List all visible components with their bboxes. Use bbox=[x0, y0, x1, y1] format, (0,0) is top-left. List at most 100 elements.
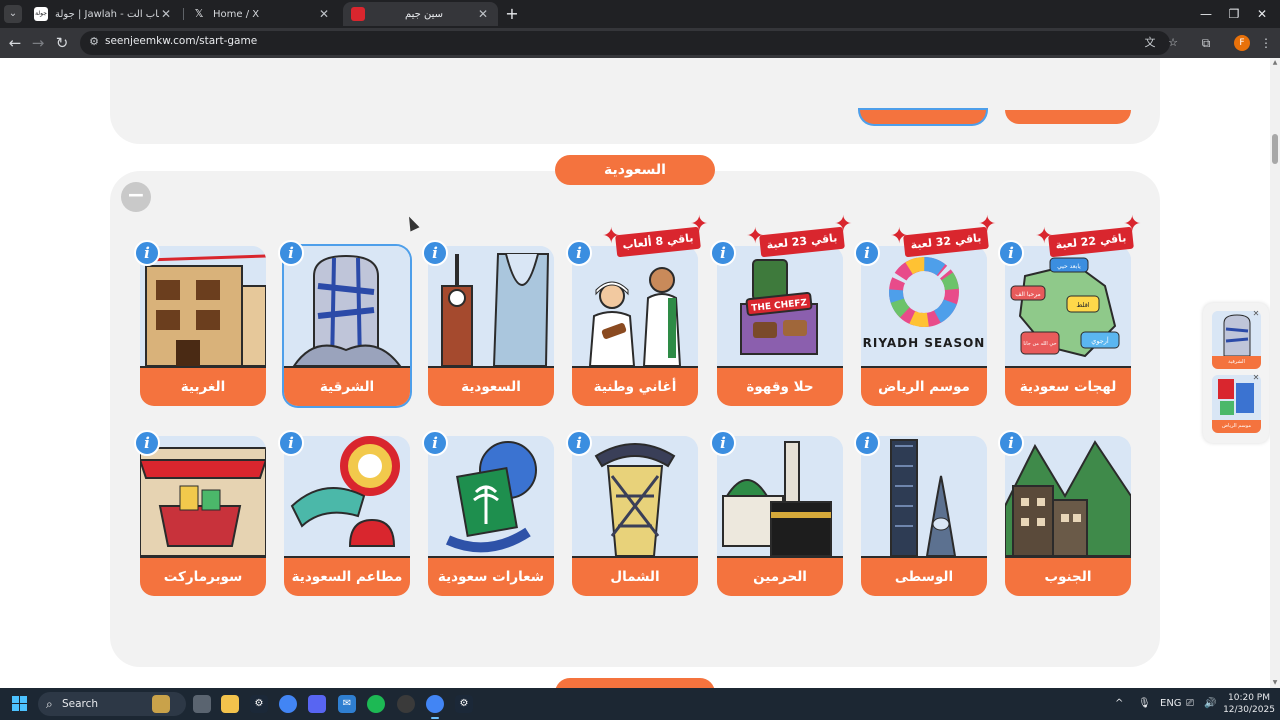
category-card-eastern[interactable]: الشرقية bbox=[284, 246, 410, 406]
category-card-haramain[interactable]: الحرمين bbox=[717, 436, 843, 596]
dialects-map-icon: يابعد حيي مرحبا الف اقلط أرجوي حي الله م… bbox=[1005, 246, 1131, 366]
category-card-saudi-logos[interactable]: شعارات سعودية bbox=[428, 436, 554, 596]
new-tab-button[interactable]: + bbox=[503, 5, 521, 23]
tab-x-home[interactable]: 𝕏 Home / X ✕ bbox=[184, 2, 339, 26]
reload-icon[interactable]: ↻ bbox=[52, 33, 72, 53]
page-scrollbar[interactable]: ▲ ▼ bbox=[1270, 58, 1280, 688]
bookmark-star-icon[interactable]: ☆ bbox=[1165, 35, 1181, 51]
remaining-games-ribbon: ✦ ✦ باقي 23 لعبة bbox=[746, 214, 856, 258]
info-button[interactable]: i bbox=[134, 240, 160, 266]
app-icon[interactable] bbox=[397, 695, 415, 713]
close-icon[interactable]: ✕ bbox=[317, 7, 331, 21]
category-card-saudi[interactable]: السعودية bbox=[428, 246, 554, 406]
extensions-icon[interactable]: ⧉ bbox=[1196, 33, 1216, 53]
bubble-text: يابعد حيي bbox=[1057, 263, 1081, 270]
info-button[interactable]: i bbox=[710, 430, 736, 456]
active-app-indicator bbox=[431, 717, 439, 719]
scroll-up-icon[interactable]: ▲ bbox=[1272, 60, 1278, 66]
language-indicator[interactable]: ENG bbox=[1160, 688, 1182, 720]
info-button[interactable]: i bbox=[422, 430, 448, 456]
translate-icon[interactable]: 文 bbox=[1142, 35, 1158, 51]
category-card-restaurants[interactable]: مطاعم السعودية bbox=[284, 436, 410, 596]
category-card-central[interactable]: الوسطى bbox=[861, 436, 987, 596]
chrome-icon[interactable] bbox=[279, 695, 297, 713]
partial-card-button[interactable] bbox=[1005, 110, 1131, 124]
windows-start-icon[interactable] bbox=[12, 696, 28, 712]
window-close-icon[interactable]: ✕ bbox=[1244, 0, 1280, 28]
scrollbar-thumb[interactable] bbox=[1272, 134, 1278, 164]
back-arrow-icon[interactable]: ← bbox=[5, 33, 25, 53]
riyadh-season-art-text: RIYADH SEASON bbox=[863, 336, 986, 350]
info-button[interactable]: i bbox=[854, 430, 880, 456]
address-bar[interactable]: ⚙ seenjeemkw.com/start-game 文 ☆ bbox=[80, 31, 1178, 55]
menu-kebab-icon[interactable]: ⋮ bbox=[1256, 33, 1276, 53]
info-button[interactable]: i bbox=[278, 240, 304, 266]
tray-overflow-icon[interactable]: ^ bbox=[1115, 688, 1123, 720]
tab-seenjeem[interactable]: سين جيم ✕ bbox=[343, 2, 498, 26]
tab-search-button[interactable]: ⌄ bbox=[4, 5, 22, 23]
taskbar-clock[interactable]: 10:20 PM 12/30/2025 bbox=[1222, 692, 1276, 716]
category-card-national-songs[interactable]: أغاني وطنية bbox=[572, 246, 698, 406]
task-view-icon[interactable] bbox=[193, 695, 211, 713]
bubble-text: اقلط bbox=[1076, 301, 1089, 309]
restaurants-icon bbox=[284, 436, 410, 556]
steam-icon[interactable]: ⚙ bbox=[250, 695, 268, 713]
category-card-sweets-coffee[interactable]: THE CHEFZ حلا وقهوة bbox=[717, 246, 843, 406]
card-label: أغاني وطنية bbox=[572, 366, 698, 406]
info-button[interactable]: i bbox=[854, 240, 880, 266]
info-button[interactable]: i bbox=[134, 430, 160, 456]
category-card-south[interactable]: الجنوب bbox=[1005, 436, 1131, 596]
info-button[interactable]: i bbox=[566, 430, 592, 456]
volume-icon[interactable]: 🔊 bbox=[1204, 688, 1216, 720]
thumb-label: موسم الرياض bbox=[1212, 420, 1261, 433]
selected-category-thumb[interactable]: موسم الرياض bbox=[1212, 375, 1261, 433]
discord-icon[interactable] bbox=[308, 695, 326, 713]
selected-category-thumb[interactable]: الشرقية bbox=[1212, 311, 1261, 369]
chrome-active-icon[interactable] bbox=[426, 695, 444, 713]
info-button[interactable]: i bbox=[998, 240, 1024, 266]
forward-arrow-icon[interactable]: → bbox=[28, 33, 48, 53]
category-card-riyadh-season[interactable]: RIYADH SEASON موسم الرياض bbox=[861, 246, 987, 406]
remove-x-icon[interactable]: ✕ bbox=[1251, 373, 1261, 383]
profile-avatar[interactable]: F bbox=[1234, 35, 1250, 51]
card-label: الجنوب bbox=[1005, 556, 1131, 596]
riyadh-season-logo: RIYADH SEASON bbox=[861, 246, 987, 366]
category-card-north[interactable]: الشمال bbox=[572, 436, 698, 596]
category-card-supermarket[interactable]: سوبرماركت bbox=[140, 436, 266, 596]
info-button[interactable]: i bbox=[710, 240, 736, 266]
site-info-icon[interactable]: ⚙ bbox=[87, 35, 101, 49]
supermarket-icon bbox=[140, 436, 266, 556]
info-button[interactable]: i bbox=[566, 240, 592, 266]
mail-icon[interactable]: ✉ bbox=[338, 695, 356, 713]
card-label: موسم الرياض bbox=[861, 366, 987, 406]
x-logo-icon: 𝕏 bbox=[194, 7, 204, 20]
category-card-dialects[interactable]: يابعد حيي مرحبا الف اقلط أرجوي حي الله م… bbox=[1005, 246, 1131, 406]
tab-title: جولة | Jawlah - منصة الألعاب الت bbox=[55, 8, 159, 20]
url-text: seenjeemkw.com/start-game bbox=[105, 35, 258, 47]
ribbon-text: باقي 22 لعبة bbox=[1048, 226, 1134, 258]
scroll-down-icon[interactable]: ▼ bbox=[1272, 680, 1278, 686]
info-button[interactable]: i bbox=[278, 430, 304, 456]
partial-card-button[interactable] bbox=[860, 110, 986, 124]
info-button[interactable]: i bbox=[422, 240, 448, 266]
tab-jawlah[interactable]: جولة جولة | Jawlah - منصة الألعاب الت ✕ bbox=[26, 2, 181, 26]
card-label: مطاعم السعودية bbox=[284, 556, 410, 596]
collapse-button[interactable]: − bbox=[121, 182, 151, 212]
microphone-icon[interactable]: 🎙 bbox=[1138, 688, 1151, 720]
file-explorer-icon[interactable] bbox=[221, 695, 239, 713]
dhahran-tower-icon bbox=[284, 246, 410, 366]
card-label: لهجات سعودية bbox=[1005, 366, 1131, 406]
category-card-western[interactable]: الغربية bbox=[140, 246, 266, 406]
close-icon[interactable]: ✕ bbox=[476, 7, 490, 21]
close-icon[interactable]: ✕ bbox=[159, 7, 173, 21]
network-icon[interactable]: ⎚ bbox=[1186, 688, 1194, 720]
remaining-games-ribbon: ✦ ✦ باقي 32 لعبة bbox=[890, 214, 1000, 258]
widgets-icon[interactable] bbox=[152, 695, 170, 713]
bubble-text: أرجوي bbox=[1091, 336, 1109, 345]
card-label: سوبرماركت bbox=[140, 556, 266, 596]
remove-x-icon[interactable]: ✕ bbox=[1251, 309, 1261, 319]
info-button[interactable]: i bbox=[998, 430, 1024, 456]
spotify-icon[interactable] bbox=[367, 695, 385, 713]
seenjeem-favicon-icon bbox=[351, 7, 365, 21]
steam-icon[interactable]: ⚙ bbox=[455, 695, 473, 713]
